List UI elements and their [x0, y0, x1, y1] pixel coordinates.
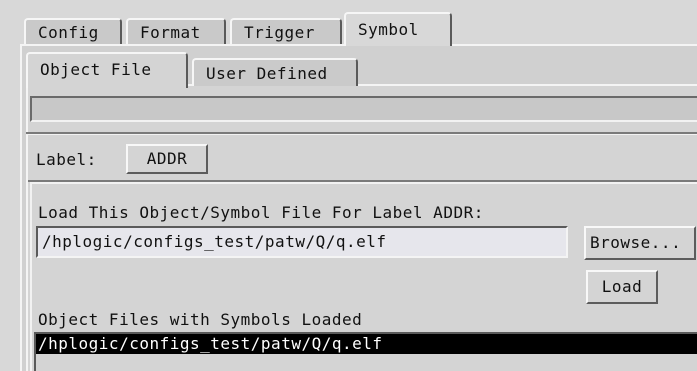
subtab-object-file[interactable]: Object File: [26, 52, 188, 88]
load-button[interactable]: Load: [586, 270, 658, 304]
tab-config[interactable]: Config: [24, 18, 122, 44]
loaded-file-row[interactable]: /hplogic/configs_test/patw/Q/q.elf: [36, 334, 697, 354]
tab-config-label: Config: [38, 23, 99, 42]
tab-symbol-label: Symbol: [358, 20, 419, 39]
label-caption: Label:: [36, 150, 97, 169]
load-heading: Load This Object/Symbol File For Label A…: [38, 203, 484, 222]
loaded-files-heading: Object Files with Symbols Loaded: [38, 310, 363, 329]
tab-trigger-label: Trigger: [244, 23, 315, 42]
subtab-user-defined[interactable]: User Defined: [192, 58, 358, 86]
tab-symbol[interactable]: Symbol: [344, 12, 452, 46]
label-select-value: ADDR: [146, 149, 188, 168]
subtab-user-defined-label: User Defined: [206, 64, 328, 83]
tab-format[interactable]: Format: [126, 18, 226, 44]
tab-format-label: Format: [140, 23, 201, 42]
object-file-path-input[interactable]: /hplogic/configs_test/patw/Q/q.elf: [36, 226, 568, 258]
symbol-config-window: Config Format Trigger Symbol Object File…: [0, 0, 697, 371]
empty-status-bar: [30, 96, 697, 122]
label-select-button[interactable]: ADDR: [126, 144, 208, 174]
tab-trigger[interactable]: Trigger: [230, 18, 342, 44]
browse-button[interactable]: Browse...: [584, 226, 696, 260]
load-button-label: Load: [601, 277, 643, 296]
browse-button-label: Browse...: [590, 233, 682, 252]
subtab-object-file-label: Object File: [40, 60, 152, 79]
section-divider: [26, 132, 697, 135]
loaded-files-list[interactable]: /hplogic/configs_test/patw/Q/q.elf: [34, 332, 697, 371]
